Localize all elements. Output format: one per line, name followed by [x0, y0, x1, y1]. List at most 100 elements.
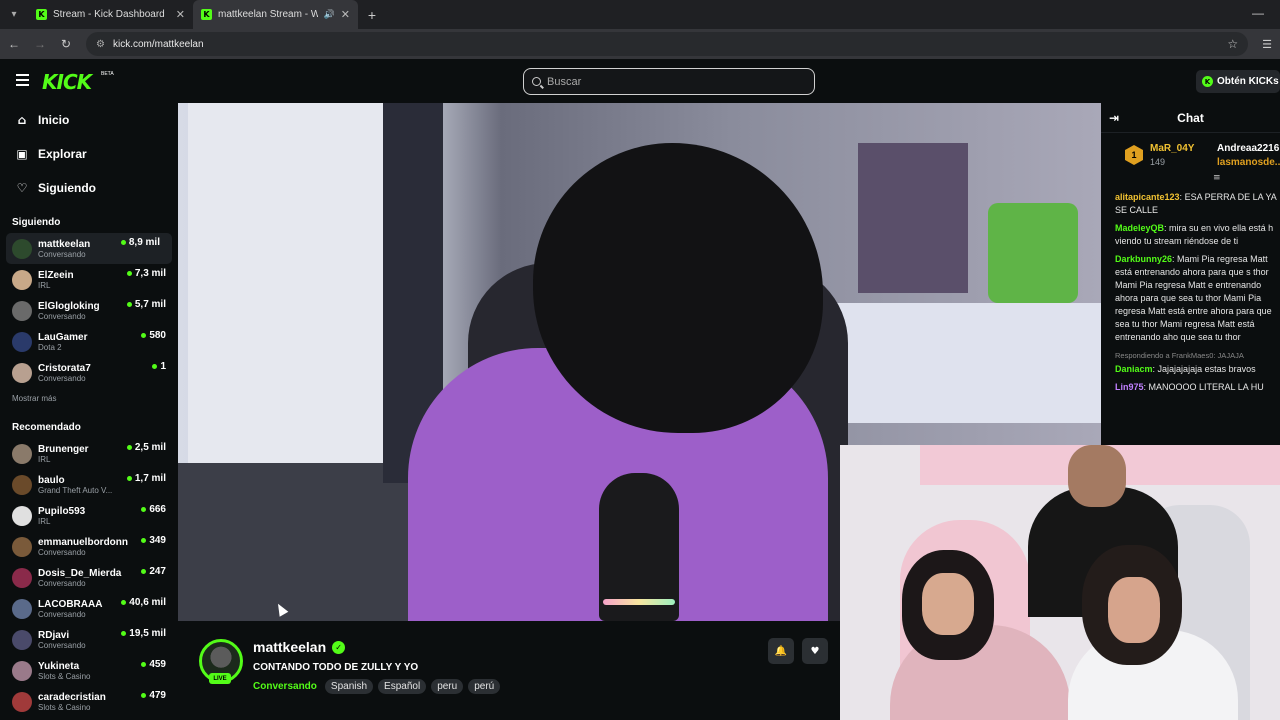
- video-poster: [858, 143, 968, 293]
- channel-avatar: [12, 269, 32, 290]
- channel-avatar: [12, 238, 32, 259]
- browser-tab-dashboard[interactable]: K Stream - Kick Dashboard ✕: [28, 0, 193, 29]
- chat-username[interactable]: Lin975: [1115, 382, 1144, 392]
- live-dot-icon: [126, 302, 132, 307]
- channel-item[interactable]: LauGamer Dota 2 580: [0, 326, 178, 357]
- minimize-button[interactable]: —: [1252, 6, 1264, 20]
- streamer-name[interactable]: mattkeelan: [253, 639, 326, 655]
- kick-favicon-icon: K: [201, 9, 212, 20]
- chat-username[interactable]: alitapicante123: [1115, 192, 1180, 202]
- channel-avatar: [12, 691, 32, 712]
- chat-text: Mami Pia regresa Matt está entrenando ah…: [1115, 254, 1272, 342]
- channel-item[interactable]: Cristorata7 Conversando 1: [0, 357, 178, 388]
- kick-logo[interactable]: KICK: [42, 70, 92, 94]
- expand-icon[interactable]: ≡: [1213, 173, 1221, 183]
- close-icon[interactable]: ✕: [176, 8, 185, 21]
- live-dot-icon: [126, 476, 132, 481]
- channel-item[interactable]: mattkeelan Conversando 8,9 mil: [6, 233, 172, 264]
- top-gifter-name[interactable]: MaR_04Y: [1150, 143, 1194, 154]
- chat-username[interactable]: Darkbunny26: [1115, 254, 1172, 264]
- live-badge: LIVE: [209, 673, 231, 684]
- tab-title: Stream - Kick Dashboard: [53, 9, 165, 20]
- nav-browse[interactable]: ▣ Explorar: [0, 137, 178, 171]
- get-kicks-button[interactable]: K Obtén KICKs: [1196, 70, 1280, 93]
- beta-label: BETA: [101, 71, 114, 77]
- channel-item[interactable]: baulo Grand Theft Auto V... 1,7 mil: [0, 469, 178, 500]
- chat-username[interactable]: MadeleyQB: [1115, 223, 1164, 233]
- stream-title: CONTANDO TODO DE ZULLY Y YO: [253, 662, 419, 673]
- chat-text: Jajajajajaja estas bravos: [1157, 364, 1256, 374]
- channel-item[interactable]: RDjavi Conversando 19,5 mil: [0, 624, 178, 655]
- channel-category: Grand Theft Auto V...: [38, 485, 113, 495]
- recommended-section-title: Recomendado: [12, 422, 81, 433]
- nav-home[interactable]: ⌂ Inicio: [0, 103, 178, 137]
- chat-message: alitapicante123: ESA PERRA DE LA YA SE C…: [1115, 192, 1277, 215]
- live-dot-icon: [121, 600, 127, 605]
- channel-avatar: [12, 331, 32, 352]
- channel-item[interactable]: LACOBRAAA Conversando 40,6 mil: [0, 593, 178, 624]
- reading-list-icon[interactable]: ☰: [1262, 38, 1272, 51]
- viewer-count: 247: [141, 566, 166, 577]
- tab-search-icon[interactable]: ▾: [0, 0, 28, 29]
- viewer-count-value: 7,3 mil: [134, 268, 166, 279]
- viewer-count: 40,6 mil: [121, 597, 166, 608]
- stream-info: LIVE mattkeelan ✓ CONTANDO TODO DE ZULLY…: [178, 621, 840, 720]
- url-field[interactable]: ⚙ kick.com/mattkeelan ☆: [86, 32, 1249, 56]
- stream-category[interactable]: Conversando: [253, 681, 317, 692]
- tag-chip[interactable]: Español: [378, 679, 427, 694]
- channel-item[interactable]: emmanuelbordonn Conversando 349: [0, 531, 178, 562]
- tag-chip[interactable]: Spanish: [324, 679, 374, 694]
- kicks-coin-icon: K: [1202, 76, 1213, 87]
- hamburger-menu-icon[interactable]: [16, 74, 29, 89]
- viewer-count: 7,3 mil: [126, 268, 166, 279]
- channel-category: Conversando: [38, 609, 86, 619]
- nav-following[interactable]: ♡ Siguiendo: [0, 171, 178, 205]
- channel-text: Cristorata7 Conversando: [38, 363, 170, 383]
- bookmark-star-icon[interactable]: ☆: [1227, 37, 1238, 51]
- kick-favicon-icon: K: [36, 9, 47, 20]
- channel-item[interactable]: Dosis_De_Mierda Conversando 247: [0, 562, 178, 593]
- reload-icon[interactable]: ↻: [60, 37, 72, 51]
- tag-chip[interactable]: peru: [431, 679, 464, 694]
- top-gifters: 1 MaR_04Y 149 Andreaa2216 lasmanosde... …: [1101, 133, 1280, 185]
- site-info-icon[interactable]: ⚙: [96, 39, 105, 50]
- tag-chip[interactable]: perú: [468, 679, 501, 694]
- address-bar: ← → ↻ ⚙ kick.com/mattkeelan ☆ ☰: [0, 29, 1280, 59]
- forward-icon[interactable]: →: [34, 37, 46, 51]
- channel-category: Dota 2: [38, 342, 62, 352]
- webcam-overlay: [840, 445, 1280, 720]
- channel-category: Conversando: [38, 640, 86, 650]
- channel-category: IRL: [38, 280, 51, 290]
- sidebar: ⌂ Inicio ▣ Explorar ♡ Siguiendo Siguiend…: [0, 103, 178, 720]
- gifter-name[interactable]: Andreaa2216: [1217, 143, 1279, 154]
- notification-bell-button[interactable]: 🔔: [768, 638, 794, 664]
- channel-category: Slots & Casino: [38, 671, 91, 681]
- chat-username[interactable]: Daniacm: [1115, 364, 1153, 374]
- channel-item[interactable]: Pupilo593 IRL 666: [0, 500, 178, 531]
- close-icon[interactable]: ✕: [341, 8, 350, 21]
- recommended-list: Brunenger IRL 2,5 mil baulo Grand Theft Auto…: [0, 438, 178, 717]
- gifter-name[interactable]: lasmanosde...: [1217, 157, 1280, 168]
- new-tab-button[interactable]: +: [358, 7, 386, 23]
- channel-item[interactable]: Yukineta Slots & Casino 459: [0, 655, 178, 686]
- live-dot-icon: [152, 364, 158, 369]
- streamer-name-row: mattkeelan ✓: [253, 639, 346, 655]
- search-box[interactable]: [523, 68, 815, 95]
- follow-button[interactable]: ♥: [802, 638, 828, 664]
- channel-item[interactable]: ElGlogloking Conversando 5,7 mil: [0, 295, 178, 326]
- channel-name: Cristorata7: [38, 362, 91, 374]
- show-more-link[interactable]: Mostrar más: [0, 388, 178, 410]
- search-input[interactable]: [547, 75, 689, 88]
- channel-item[interactable]: ElZeein IRL 7,3 mil: [0, 264, 178, 295]
- channel-item[interactable]: Brunenger IRL 2,5 mil: [0, 438, 178, 469]
- viewer-count-value: 580: [149, 330, 166, 341]
- channel-avatar: [12, 443, 32, 464]
- viewer-count: 666: [141, 504, 166, 515]
- collapse-chat-icon[interactable]: ⇥: [1109, 111, 1119, 125]
- browser-tab-stream[interactable]: K mattkeelan Stream - Watch 🔊 ✕: [193, 0, 358, 29]
- channel-item[interactable]: caradecristian Slots & Casino 479: [0, 686, 178, 717]
- bell-icon: 🔔: [774, 645, 788, 657]
- back-icon[interactable]: ←: [8, 37, 20, 51]
- viewer-count-value: 2,5 mil: [134, 442, 166, 453]
- speaker-icon[interactable]: 🔊: [324, 9, 335, 20]
